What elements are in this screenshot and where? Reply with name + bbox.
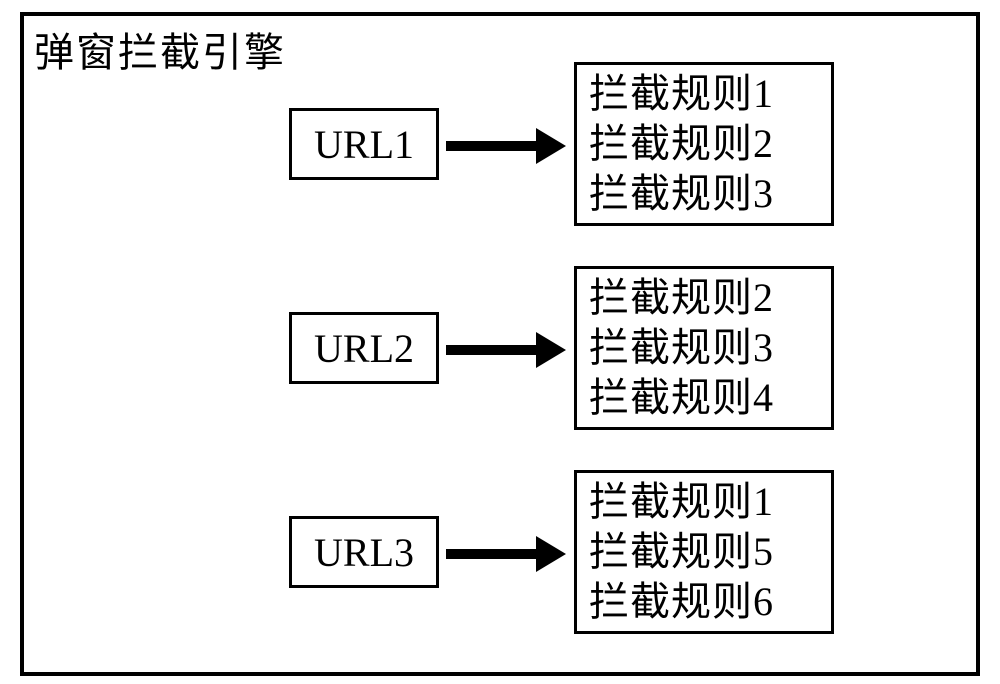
url-label: URL3	[314, 529, 414, 576]
rule-item: 拦截规则2	[589, 119, 819, 169]
rule-item: 拦截规则1	[589, 69, 819, 119]
url-label: URL2	[314, 325, 414, 372]
url-label: URL1	[314, 121, 414, 168]
arrow-icon	[446, 540, 566, 568]
rule-item: 拦截规则3	[589, 169, 819, 219]
arrow-icon	[446, 132, 566, 160]
url-box-2: URL2	[289, 312, 439, 384]
engine-outer-frame: 弹窗拦截引擎 URL1 拦截规则1 拦截规则2 拦截规则3 URL2 拦截规则2…	[20, 12, 980, 676]
rules-box-3: 拦截规则1 拦截规则5 拦截规则6	[574, 470, 834, 634]
rule-item: 拦截规则1	[589, 477, 819, 527]
mapping-row-2: URL2 拦截规则2 拦截规则3 拦截规则4	[24, 266, 976, 416]
rule-item: 拦截规则5	[589, 527, 819, 577]
rule-item: 拦截规则3	[589, 323, 819, 373]
url-box-1: URL1	[289, 108, 439, 180]
rule-item: 拦截规则6	[589, 577, 819, 627]
mapping-row-1: URL1 拦截规则1 拦截规则2 拦截规则3	[24, 62, 976, 212]
mapping-row-3: URL3 拦截规则1 拦截规则5 拦截规则6	[24, 470, 976, 620]
arrow-icon	[446, 336, 566, 364]
rule-item: 拦截规则2	[589, 273, 819, 323]
rules-box-1: 拦截规则1 拦截规则2 拦截规则3	[574, 62, 834, 226]
url-box-3: URL3	[289, 516, 439, 588]
rule-item: 拦截规则4	[589, 373, 819, 423]
rules-box-2: 拦截规则2 拦截规则3 拦截规则4	[574, 266, 834, 430]
